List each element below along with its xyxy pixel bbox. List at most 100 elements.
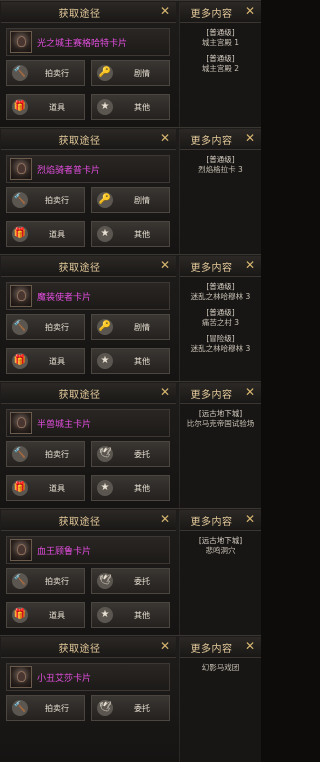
- source-button[interactable]: 🔑 剧情: [91, 60, 170, 86]
- panel-title: 获取途径: [58, 390, 101, 401]
- item-name: 魔装使者卡片: [37, 293, 92, 303]
- source-button[interactable]: 🕊 委托: [91, 568, 170, 594]
- dungeon-list: [普通级] 迷乱之林哈穆林 3 [普通级] 痛苦之村 3 [冒险级] 迷乱之林哈穆林 3: [184, 282, 257, 360]
- dungeon-name: 城主宫殿 1: [201, 38, 240, 47]
- source-button[interactable]: ★ 其他: [91, 348, 170, 374]
- dungeon-level: [冒险级]: [206, 334, 235, 343]
- source-button[interactable]: ★ 其他: [91, 94, 170, 120]
- dungeon-entry[interactable]: [冒险级] 迷乱之林哈穆林 3: [184, 334, 257, 354]
- item-card[interactable]: 光之城主赛格哈特卡片: [6, 28, 170, 56]
- acquisition-panel: 获取途径 ✕ 魔装使者卡片 🔨 拍卖行 🔑 剧情 🎁 道具 ★ 其他 更多内容 ✕ [普通级] 迷乱之林哈穆…: [0, 254, 261, 381]
- source-label: 委托: [134, 577, 150, 586]
- source-button[interactable]: 🔨 拍卖行: [6, 314, 85, 340]
- dungeon-name: 比尔马克帝国试验场: [186, 419, 255, 428]
- close-icon[interactable]: ✕: [158, 4, 172, 18]
- card-thumbnail: [10, 412, 32, 434]
- source-button[interactable]: 🔨 拍卖行: [6, 60, 85, 86]
- dungeon-name: 痛苦之村 3: [201, 318, 240, 327]
- source-button[interactable]: 🎁 道具: [6, 475, 85, 501]
- source-button[interactable]: 🔨 拍卖行: [6, 441, 85, 467]
- acquisition-left: 获取途径 ✕ 烈焰骑者普卡片 🔨 拍卖行 🔑 剧情 🎁 道具 ★ 其他: [1, 129, 176, 254]
- panel-title: 获取途径: [58, 517, 101, 528]
- source-icon: 🎁: [12, 353, 28, 369]
- source-icon: 🔨: [12, 65, 28, 81]
- close-icon[interactable]: ✕: [158, 131, 172, 145]
- dungeon-entry[interactable]: [普通级] 烈焰格拉卡 3: [184, 155, 257, 175]
- source-button[interactable]: 🕊 委托: [91, 441, 170, 467]
- dungeon-name: 幻影马戏团: [201, 663, 240, 672]
- close-icon[interactable]: ✕: [243, 258, 257, 272]
- dungeon-entry[interactable]: [普通级] 迷乱之林哈穆林 3: [184, 282, 257, 302]
- dungeon-entry[interactable]: [普通级] 城主宫殿 2: [184, 54, 257, 74]
- source-icon: 🕊: [97, 446, 113, 462]
- panel-header: 获取途径 ✕: [1, 256, 176, 277]
- source-label: 其他: [134, 103, 150, 112]
- dungeon-entry[interactable]: [远古地下城] 悲鸣洞穴: [184, 536, 257, 556]
- dungeon-list: 幻影马戏团: [184, 663, 257, 679]
- source-button[interactable]: 🎁 道具: [6, 348, 85, 374]
- source-icon: 🔨: [12, 700, 28, 716]
- more-title: 更多内容: [190, 9, 233, 20]
- close-icon[interactable]: ✕: [158, 258, 172, 272]
- item-card[interactable]: 小丑艾莎卡片: [6, 663, 170, 691]
- source-button[interactable]: ★ 其他: [91, 221, 170, 247]
- close-icon[interactable]: ✕: [158, 385, 172, 399]
- source-button[interactable]: 🎁 道具: [6, 221, 85, 247]
- dungeon-name: 悲鸣洞穴: [205, 546, 236, 555]
- item-name: 半兽城主卡片: [37, 420, 92, 430]
- source-button[interactable]: ★ 其他: [91, 602, 170, 628]
- source-button[interactable]: 🎁 道具: [6, 602, 85, 628]
- acquisition-panel: 获取途径 ✕ 烈焰骑者普卡片 🔨 拍卖行 🔑 剧情 🎁 道具 ★ 其他 更多内容 ✕ [普通级] 烈焰格拉卡…: [0, 127, 261, 254]
- close-icon[interactable]: ✕: [158, 639, 172, 653]
- item-card[interactable]: 烈焰骑者普卡片: [6, 155, 170, 183]
- panel-header: 获取途径 ✕: [1, 129, 176, 150]
- item-card[interactable]: 魔装使者卡片: [6, 282, 170, 310]
- source-label: 其他: [134, 611, 150, 620]
- dungeon-level: [普通级]: [206, 308, 235, 317]
- dungeon-level: [普通级]: [206, 54, 235, 63]
- more-title: 更多内容: [190, 517, 233, 528]
- dungeon-entry[interactable]: [远古地下城] 比尔马克帝国试验场: [184, 409, 257, 429]
- close-icon[interactable]: ✕: [158, 512, 172, 526]
- dungeon-level: [远古地下城]: [198, 409, 243, 418]
- more-title: 更多内容: [190, 263, 233, 274]
- close-icon[interactable]: ✕: [243, 4, 257, 18]
- source-icon: 🕊: [97, 700, 113, 716]
- panel-header: 获取途径 ✕: [1, 2, 176, 23]
- source-button[interactable]: 🎁 道具: [6, 94, 85, 120]
- dungeon-name: 城主宫殿 2: [201, 64, 240, 73]
- acquisition-panels: 获取途径 ✕ 光之城主赛格哈特卡片 🔨 拍卖行 🔑 剧情 🎁 道具 ★ 其他 更多内容 ✕ [普通级] 城主…: [0, 0, 261, 762]
- source-button[interactable]: 🕊 委托: [91, 695, 170, 721]
- dungeon-entry[interactable]: [普通级] 城主宫殿 1: [184, 28, 257, 48]
- card-thumbnail: [10, 539, 32, 561]
- source-label: 其他: [134, 230, 150, 239]
- dungeon-level: [普通级]: [206, 282, 235, 291]
- source-button[interactable]: 🔑 剧情: [91, 314, 170, 340]
- item-card[interactable]: 血王顾鲁卡片: [6, 536, 170, 564]
- source-label: 拍卖行: [45, 196, 69, 205]
- source-button[interactable]: ★ 其他: [91, 475, 170, 501]
- source-label: 其他: [134, 484, 150, 493]
- source-button[interactable]: 🔨 拍卖行: [6, 187, 85, 213]
- close-icon[interactable]: ✕: [243, 512, 257, 526]
- source-icon: 🔨: [12, 192, 28, 208]
- item-name: 烈焰骑者普卡片: [37, 166, 101, 176]
- close-icon[interactable]: ✕: [243, 131, 257, 145]
- item-card[interactable]: 半兽城主卡片: [6, 409, 170, 437]
- more-header: 更多内容 ✕: [180, 637, 261, 658]
- source-icon: 🎁: [12, 480, 28, 496]
- dungeon-list: [远古地下城] 比尔马克帝国试验场: [184, 409, 257, 435]
- dungeon-name: 烈焰格拉卡 3: [198, 165, 243, 174]
- close-icon[interactable]: ✕: [243, 639, 257, 653]
- source-button[interactable]: 🔑 剧情: [91, 187, 170, 213]
- card-thumbnail: [10, 666, 32, 688]
- dungeon-entry[interactable]: 幻影马戏团: [184, 663, 257, 673]
- close-icon[interactable]: ✕: [243, 385, 257, 399]
- dungeon-entry[interactable]: [普通级] 痛苦之村 3: [184, 308, 257, 328]
- source-icon: ★: [97, 99, 113, 115]
- more-header: 更多内容 ✕: [180, 510, 261, 531]
- source-button[interactable]: 🔨 拍卖行: [6, 568, 85, 594]
- source-icon: ★: [97, 480, 113, 496]
- source-button[interactable]: 🔨 拍卖行: [6, 695, 85, 721]
- acquisition-panel: 获取途径 ✕ 半兽城主卡片 🔨 拍卖行 🕊 委托 🎁 道具 ★ 其他 更多内容 ✕ [远古地下城] 比尔马克…: [0, 381, 261, 508]
